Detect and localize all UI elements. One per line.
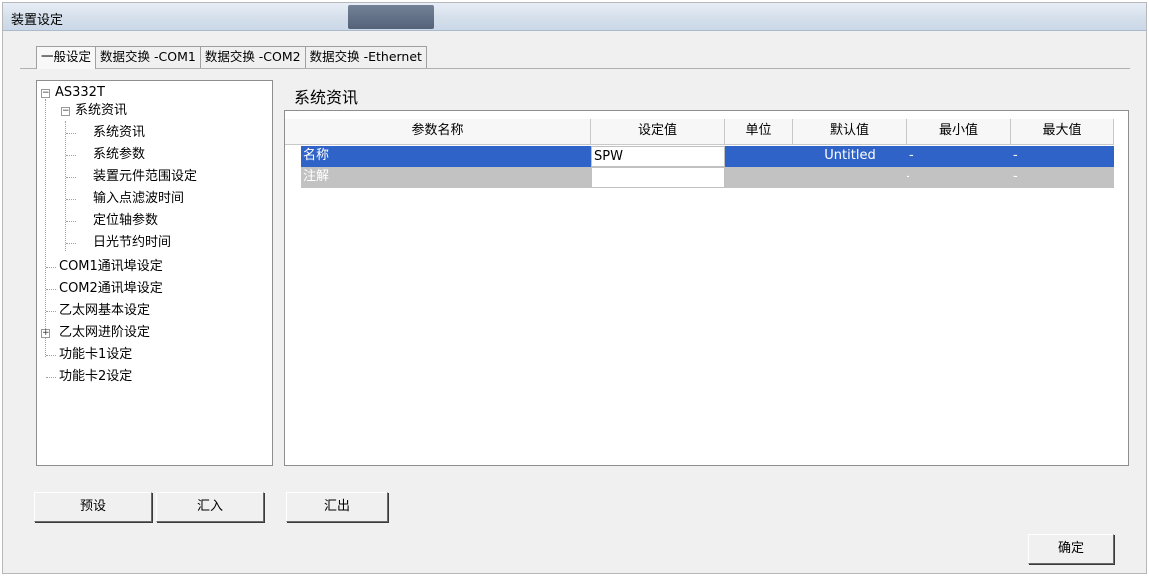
tab-strip: 一般设定 数据交换 -COM1 数据交换 -COM2 数据交换 -Etherne… <box>36 46 427 69</box>
max-cell: - <box>1011 146 1114 167</box>
tree-item-function-card-1[interactable]: 功能卡1设定 <box>59 345 132 365</box>
min-cell: - <box>907 146 1011 167</box>
column-header-max[interactable]: 最大值 <box>1011 119 1114 145</box>
tree-item-com2[interactable]: COM2通讯埠设定 <box>59 279 163 299</box>
tree-group-label: 系统资讯 <box>75 103 128 118</box>
tree-item-label: 输入点滤波时间 <box>93 191 185 206</box>
window-title: 装置设定 <box>11 13 64 28</box>
tab-data-exchange-ethernet[interactable]: 数据交换 -Ethernet <box>304 46 427 68</box>
tree-line <box>66 133 76 134</box>
tree-item-system-info[interactable]: 系统资讯 <box>93 123 145 143</box>
tree-line <box>66 199 76 200</box>
tab-data-exchange-com1[interactable]: 数据交换 -COM1 <box>95 46 201 68</box>
tree-line <box>65 121 66 251</box>
table-row[interactable]: 注解 - - <box>285 167 1114 188</box>
tree-line <box>45 99 46 357</box>
value-edit-field[interactable] <box>591 167 725 188</box>
tree-item-label: 乙太网进阶设定 <box>59 325 151 340</box>
tree-item-system-params[interactable]: 系统参数 <box>93 145 145 165</box>
tree-line <box>66 177 76 178</box>
export-button[interactable]: 汇出 <box>286 492 388 522</box>
min-cell: - <box>907 167 1011 188</box>
column-header-default[interactable]: 默认值 <box>793 119 907 145</box>
tree-item-label: 乙太网基本设定 <box>59 303 151 318</box>
tree-item-label: 定位轴参数 <box>93 213 159 228</box>
tree-item-ethernet-basic[interactable]: 乙太网基本设定 <box>59 301 150 321</box>
unit-cell <box>725 167 793 188</box>
table-row[interactable]: 名称 SPW Untitled - - <box>285 146 1114 167</box>
settings-tree[interactable]: − AS332T − 系统资讯 系统资讯 系统参数 装置元件范围设定 输入点滤波… <box>36 80 273 466</box>
tree-item-device-range[interactable]: 装置元件范围设定 <box>93 167 197 187</box>
tree-line <box>46 267 56 268</box>
max-cell: - <box>1011 167 1114 188</box>
default-cell: Untitled <box>793 146 907 167</box>
expand-icon[interactable]: + <box>41 329 50 338</box>
ok-button[interactable]: 确定 <box>1028 534 1114 564</box>
tab-general[interactable]: 一般设定 <box>36 46 97 69</box>
tree-item-label: COM2通讯埠设定 <box>59 281 163 296</box>
unit-cell <box>725 146 793 167</box>
value-edit-field[interactable]: SPW <box>591 146 725 167</box>
tree-line <box>66 243 76 244</box>
column-header-unit[interactable]: 单位 <box>725 119 793 145</box>
tab-data-exchange-com2[interactable]: 数据交换 -COM2 <box>199 46 306 68</box>
column-header-value[interactable]: 设定值 <box>591 119 725 145</box>
import-button[interactable]: 汇入 <box>156 492 264 522</box>
parameter-table[interactable]: 参数名称 设定值 单位 默认值 最小值 最大值 名称 SPW Untitled … <box>284 110 1129 466</box>
param-name-cell: 名称 <box>301 146 591 167</box>
tree-line <box>66 221 76 222</box>
title-bar[interactable]: 装置设定 <box>3 3 1146 31</box>
tree-line <box>46 355 56 356</box>
tree-item-label: 日光节约时间 <box>93 235 172 250</box>
collapse-icon[interactable]: − <box>61 107 70 116</box>
column-header-param-name[interactable]: 参数名称 <box>285 119 591 145</box>
tree-item-label: 功能卡2设定 <box>59 369 133 384</box>
tree-line <box>46 377 56 378</box>
tree-item-daylight-saving[interactable]: 日光节约时间 <box>93 233 171 253</box>
tree-line <box>66 155 76 156</box>
default-cell <box>793 167 907 188</box>
tab-divider <box>20 68 1130 69</box>
tree-item-com1[interactable]: COM1通讯埠设定 <box>59 257 163 277</box>
preset-button[interactable]: 预设 <box>34 492 152 522</box>
title-bar-obscured-region <box>348 5 434 29</box>
collapse-icon[interactable]: − <box>41 89 50 98</box>
tree-item-label: COM1通讯埠设定 <box>59 259 163 274</box>
tree-item-function-card-2[interactable]: 功能卡2设定 <box>59 367 132 387</box>
tree-item-input-filter[interactable]: 输入点滤波时间 <box>93 189 184 209</box>
column-header-min[interactable]: 最小值 <box>907 119 1011 145</box>
tree-item-label: 功能卡1设定 <box>59 347 133 362</box>
tree-item-label: 系统资讯 <box>93 125 146 140</box>
table-header: 参数名称 设定值 单位 默认值 最小值 最大值 <box>285 119 1117 145</box>
param-name-cell: 注解 <box>301 167 591 188</box>
section-title: 系统资讯 <box>294 88 359 107</box>
tree-root-label: AS332T <box>55 85 105 100</box>
tree-item-label: 系统参数 <box>93 147 146 162</box>
tree-line <box>46 311 56 312</box>
tree-item-axis-params[interactable]: 定位轴参数 <box>93 211 158 231</box>
tree-item-label: 装置元件范围设定 <box>93 169 198 184</box>
tree-line <box>46 289 56 290</box>
